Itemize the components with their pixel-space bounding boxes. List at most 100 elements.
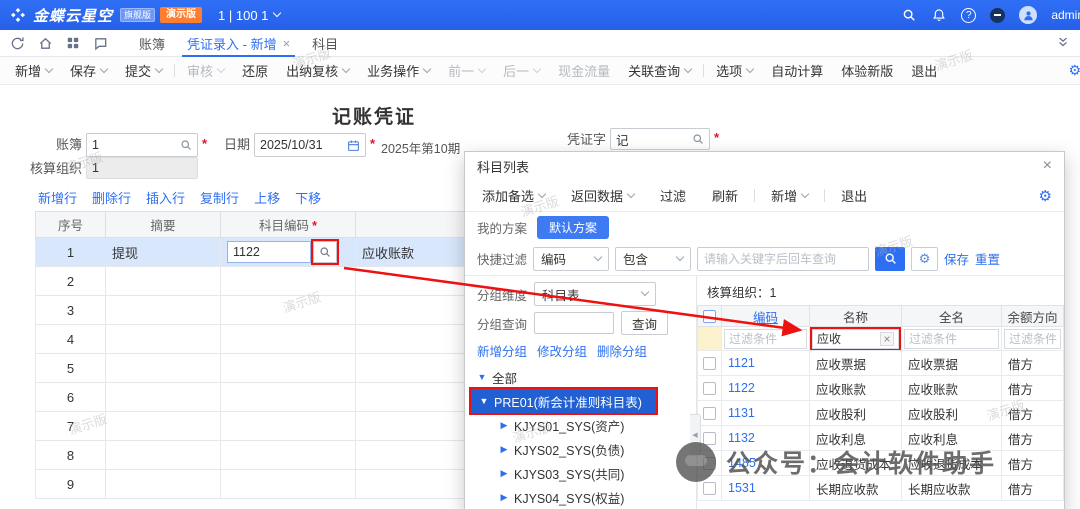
row-checkbox-cell[interactable] [698, 426, 722, 451]
row-checkbox-cell[interactable] [698, 451, 722, 476]
account-code-cell[interactable]: 1122 [221, 238, 356, 267]
filter-settings-button[interactable]: ⚙ [911, 247, 938, 271]
account-code[interactable]: 1131 [722, 401, 810, 426]
summary-cell[interactable]: 提现 [106, 238, 221, 267]
dialog-refresh[interactable]: 刷新 [699, 186, 751, 205]
row-number[interactable]: 7 [36, 412, 106, 441]
tree-item-kjys04[interactable]: ▶ KJYS04_SYS(权益) [465, 485, 696, 509]
book-input[interactable]: 1 [86, 133, 198, 157]
notification-bell-icon[interactable] [931, 7, 947, 23]
tree-item-kjys03[interactable]: ▶ KJYS03_SYS(共同) [465, 461, 696, 485]
edit-group-link[interactable]: 修改分组 [537, 341, 587, 360]
search-button[interactable] [875, 247, 905, 271]
header-code[interactable]: 编码 [722, 306, 810, 327]
empty-cell[interactable] [221, 441, 356, 470]
menu-item-options[interactable]: 选项 [707, 61, 762, 80]
filter-operator-select[interactable]: 包含 [615, 247, 691, 271]
empty-cell[interactable] [106, 412, 221, 441]
add-group-link[interactable]: 新增分组 [477, 341, 527, 360]
empty-cell[interactable] [106, 296, 221, 325]
row-number[interactable]: 9 [36, 470, 106, 499]
add-row-link[interactable]: 新增行 [38, 188, 77, 207]
org-selector[interactable]: 1 | 100 1 [218, 8, 280, 23]
help-icon[interactable]: ? [961, 8, 976, 23]
empty-cell[interactable] [221, 325, 356, 354]
row-checkbox[interactable] [703, 382, 716, 395]
dialog-add-candidates[interactable]: 添加备选 [469, 186, 558, 205]
account-row[interactable]: 1132 应收利息 应收利息 借方 [698, 426, 1064, 451]
menu-item-related-query[interactable]: 关联查询 [619, 61, 700, 80]
menu-item-submit[interactable]: 提交 [116, 61, 171, 80]
date-input[interactable]: 2025/10/31 [254, 133, 366, 157]
keyword-input[interactable] [697, 247, 869, 271]
row-checkbox[interactable] [703, 407, 716, 420]
fullname-filter-input[interactable]: 过滤条件 [904, 329, 999, 349]
reset-scheme-link[interactable]: 重置 [975, 249, 1000, 268]
empty-cell[interactable] [221, 267, 356, 296]
account-row[interactable]: 1122 应收账款 应收账款 借方 [698, 376, 1064, 401]
delete-group-link[interactable]: 删除分组 [597, 341, 647, 360]
dialog-new[interactable]: 新增 [758, 186, 821, 205]
empty-cell[interactable] [221, 412, 356, 441]
chat-icon[interactable] [93, 36, 108, 51]
menu-item-try-new-version[interactable]: 体验新版 [832, 61, 902, 80]
empty-cell[interactable] [106, 441, 221, 470]
voucher-word-input[interactable]: 记 [610, 128, 710, 150]
empty-cell[interactable] [221, 354, 356, 383]
sync-icon[interactable] [10, 36, 25, 51]
dialog-return-data[interactable]: 返回数据 [558, 186, 647, 205]
empty-cell[interactable] [106, 325, 221, 354]
group-dimension-select[interactable]: 科目表 [534, 282, 656, 306]
gear-icon[interactable]: ⚙ [1068, 62, 1080, 79]
account-code[interactable]: 1531 [722, 476, 810, 501]
row-checkbox-cell[interactable] [698, 376, 722, 401]
account-row[interactable]: 1485 应收退货成本 应收退货成本 借方 [698, 451, 1064, 476]
account-row[interactable]: 1531 长期应收款 长期应收款 借方 [698, 476, 1064, 501]
empty-cell[interactable] [106, 470, 221, 499]
delete-row-link[interactable]: 删除行 [92, 188, 131, 207]
status-minus-icon[interactable] [990, 8, 1005, 23]
row-checkbox[interactable] [703, 432, 716, 445]
row-number[interactable]: 6 [36, 383, 106, 412]
tab-account-books[interactable]: 账簿 [128, 30, 176, 57]
empty-cell[interactable] [221, 296, 356, 325]
empty-cell[interactable] [106, 383, 221, 412]
row-number[interactable]: 5 [36, 354, 106, 383]
tab-voucher-entry[interactable]: 凭证录入 - 新增 × [176, 30, 301, 57]
header-name[interactable]: 名称 [810, 306, 902, 327]
double-chevron-down-icon[interactable] [1056, 35, 1070, 52]
lookup-magnifier-icon[interactable] [692, 133, 704, 145]
default-scheme-button[interactable]: 默认方案 [537, 216, 609, 239]
row-checkbox-cell[interactable] [698, 351, 722, 376]
account-code[interactable]: 1485 [722, 451, 810, 476]
name-filter-input[interactable]: 应收× [812, 329, 899, 349]
empty-cell[interactable] [221, 470, 356, 499]
copy-row-link[interactable]: 复制行 [200, 188, 239, 207]
dialog-filter[interactable]: 过滤 [647, 186, 699, 205]
header-direction[interactable]: 余额方向 [1002, 306, 1064, 327]
dialog-exit[interactable]: 退出 [828, 186, 880, 205]
close-icon[interactable]: × [1043, 158, 1052, 174]
select-all-cell[interactable] [698, 306, 722, 327]
account-lookup-button[interactable] [313, 241, 337, 263]
tree-item-kjys02[interactable]: ▶ KJYS02_SYS(负债) [465, 437, 696, 461]
menu-item-auto-calculate[interactable]: 自动计算 [762, 61, 832, 80]
apps-grid-icon[interactable] [66, 36, 80, 50]
menu-item-restore[interactable]: 还原 [233, 61, 277, 80]
tree-item-pre01[interactable]: ▼ PRE01(新会计准则科目表) [471, 389, 656, 413]
group-query-input[interactable] [534, 312, 614, 334]
account-code[interactable]: 1121 [722, 351, 810, 376]
save-scheme-link[interactable]: 保存 [944, 249, 969, 268]
home-icon[interactable] [38, 36, 53, 51]
direction-filter-input[interactable]: 过滤条件 [1004, 329, 1061, 349]
collapse-panel-handle[interactable]: ◀ [690, 414, 701, 456]
tree-item-all[interactable]: ▼ 全部 [465, 365, 696, 389]
row-checkbox[interactable] [703, 457, 716, 470]
clear-icon[interactable]: × [880, 332, 894, 346]
tree-item-kjys01[interactable]: ▶ KJYS01_SYS(资产) [465, 413, 696, 437]
code-filter-input[interactable]: 过滤条件 [724, 329, 807, 349]
tab-accounts[interactable]: 科目 [301, 30, 349, 57]
move-up-link[interactable]: 上移 [254, 188, 280, 207]
account-code[interactable]: 1132 [722, 426, 810, 451]
empty-cell[interactable] [221, 383, 356, 412]
